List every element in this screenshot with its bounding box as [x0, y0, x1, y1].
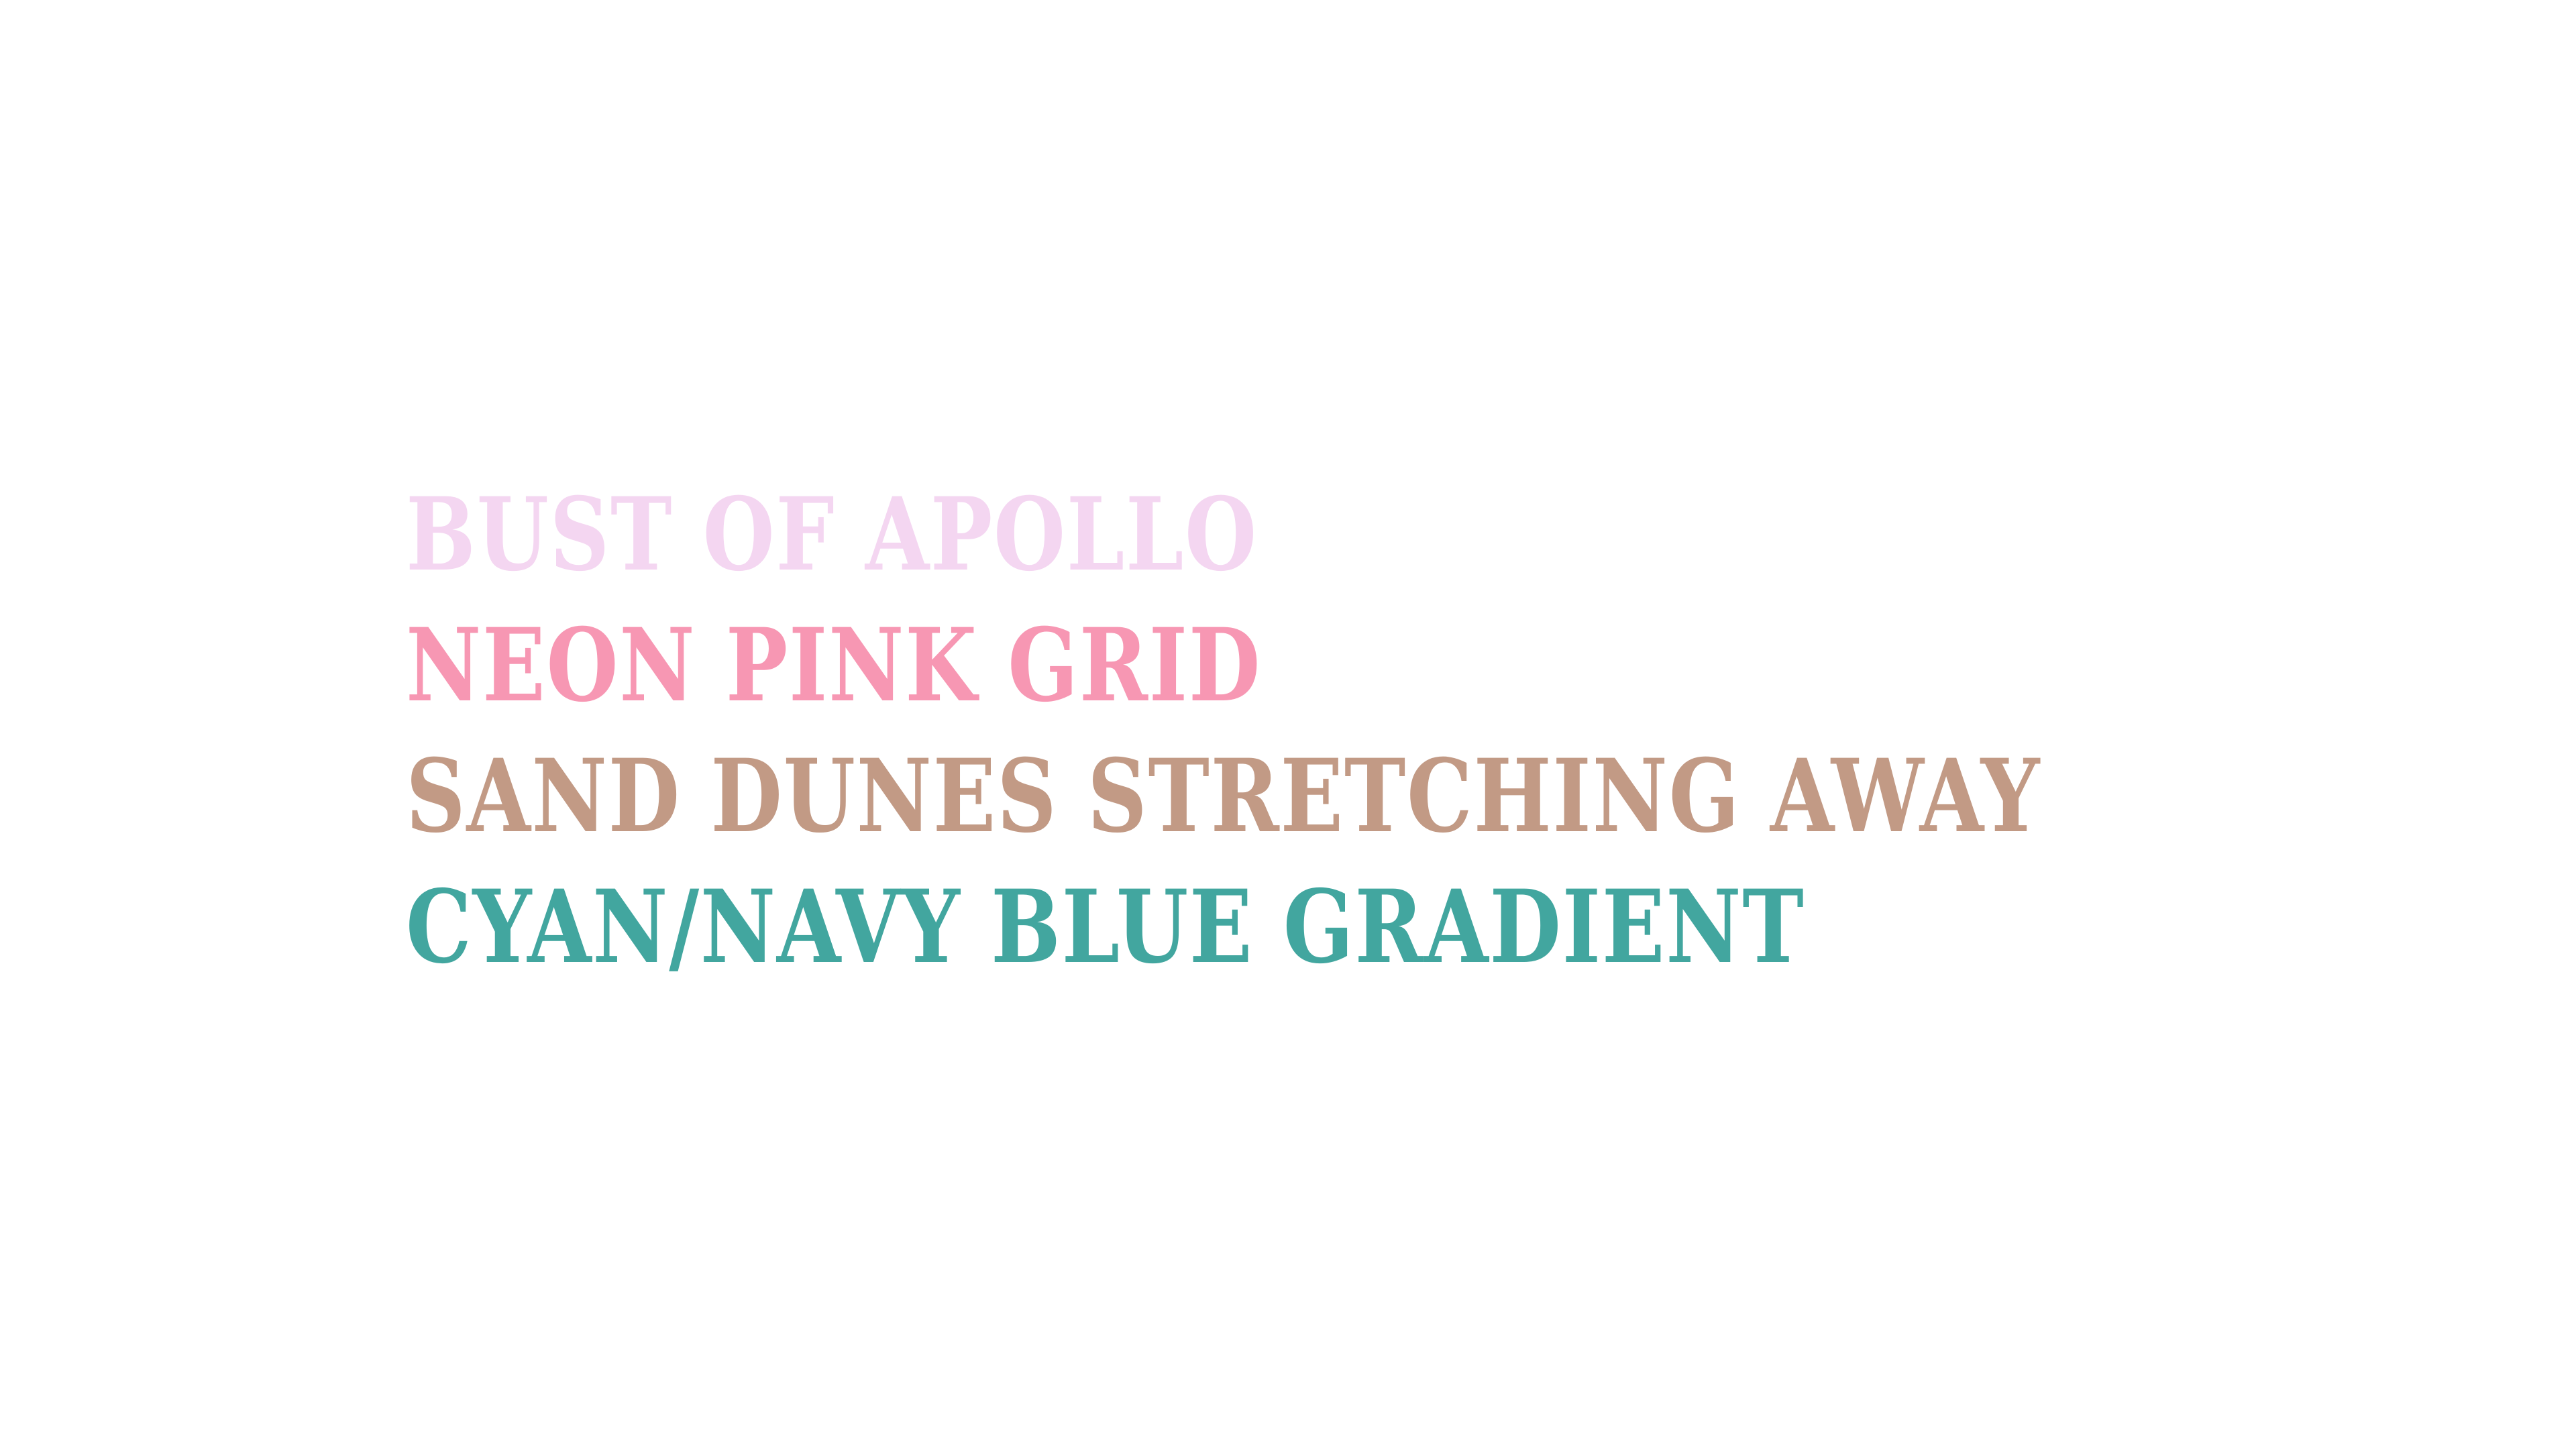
line-cyan-navy-gradient: CYAN/NAVY BLUE GRADIENT	[406, 868, 1805, 986]
line-bust-of-apollo: BUST OF APOLLO	[406, 476, 1258, 594]
canvas: BUST OF APOLLO NEON PINK GRID SAND DUNES…	[0, 0, 2576, 1449]
text-block: BUST OF APOLLO NEON PINK GRID SAND DUNES…	[406, 470, 2400, 993]
line-neon-pink-grid: NEON PINK GRID	[406, 606, 1262, 724]
line-sand-dunes: SAND DUNES STRETCHING AWAY	[406, 737, 2041, 855]
